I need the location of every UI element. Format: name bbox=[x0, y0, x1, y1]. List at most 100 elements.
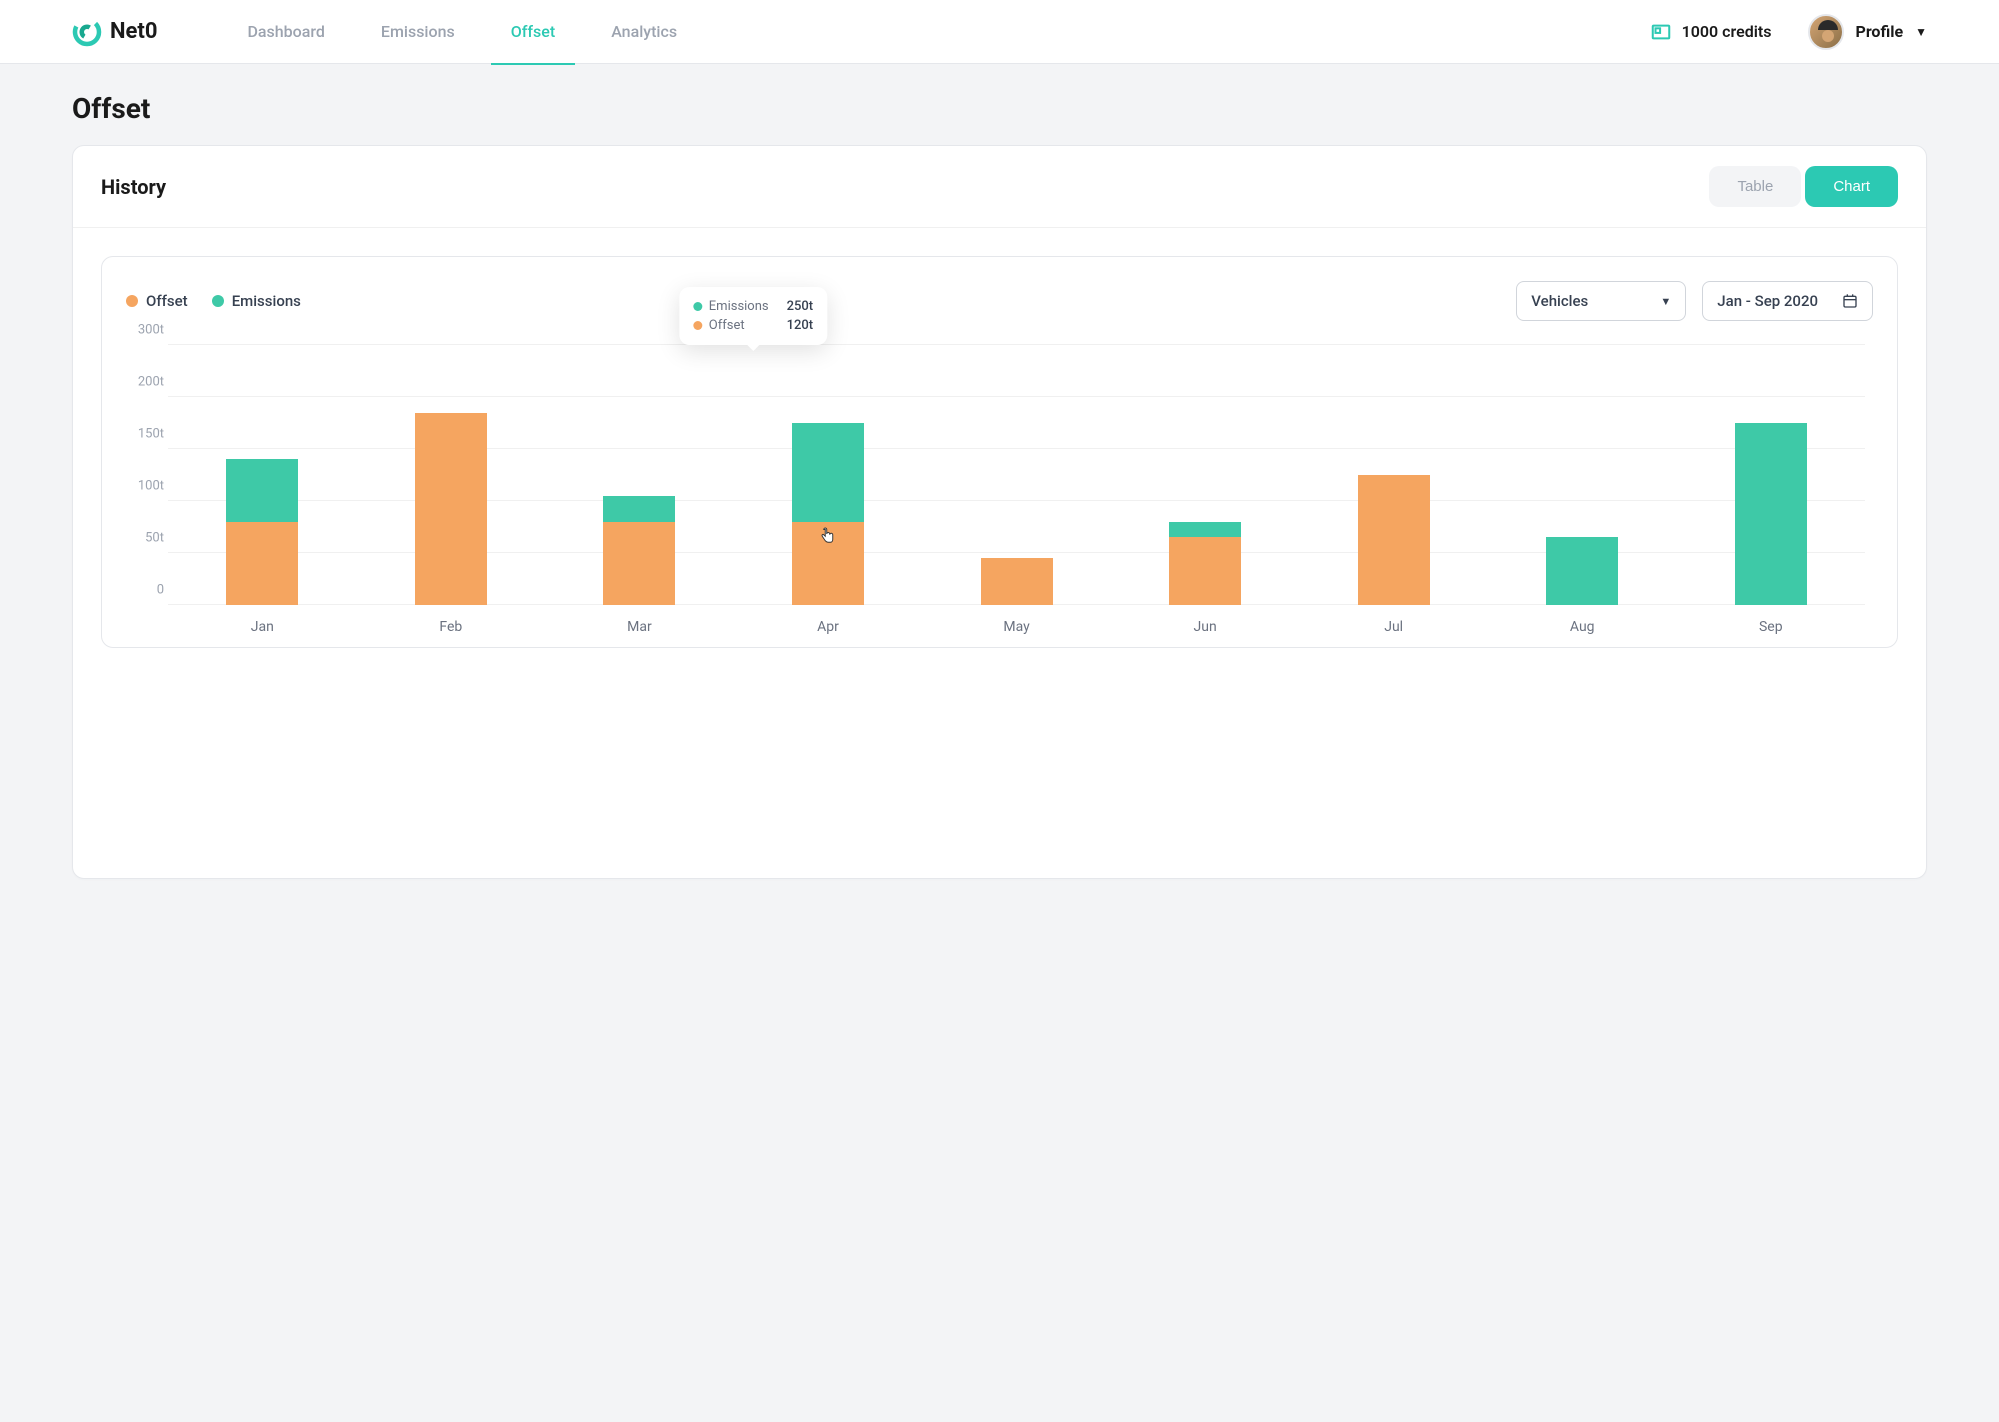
chevron-down-icon: ▼ bbox=[1915, 25, 1927, 39]
bar-stack bbox=[1735, 423, 1807, 605]
bar-jun[interactable] bbox=[1111, 345, 1300, 605]
legend-offset-label: Offset bbox=[146, 292, 188, 310]
card-header: History Table Chart bbox=[73, 146, 1926, 228]
bar-segment-emissions bbox=[226, 459, 298, 521]
bar-segment-offset bbox=[1358, 475, 1430, 605]
bar-segment-offset bbox=[415, 413, 487, 605]
tooltip-emissions-value: 250t bbox=[787, 299, 814, 314]
bar-stack bbox=[1169, 522, 1241, 605]
main-nav: Dashboard Emissions Offset Analytics bbox=[247, 2, 1649, 61]
card-body: Offset Emissions Vehicles ▼ J bbox=[73, 228, 1926, 878]
card-title: History bbox=[101, 175, 166, 199]
bar-may[interactable] bbox=[922, 345, 1111, 605]
bar-segment-emissions bbox=[1546, 537, 1618, 605]
bar-jul[interactable] bbox=[1299, 345, 1488, 605]
x-tick-label: May bbox=[922, 619, 1111, 635]
bar-feb[interactable] bbox=[357, 345, 546, 605]
chart-controls: Offset Emissions Vehicles ▼ J bbox=[126, 281, 1873, 321]
bar-apr[interactable] bbox=[734, 345, 923, 605]
profile-menu[interactable]: Profile ▼ bbox=[1808, 14, 1928, 50]
bar-segment-emissions bbox=[792, 423, 864, 522]
bar-jan[interactable] bbox=[168, 345, 357, 605]
tooltip-emissions-label: Emissions bbox=[709, 299, 769, 314]
chart-selectors: Vehicles ▼ Jan - Sep 2020 bbox=[1516, 281, 1873, 321]
bar-stack bbox=[981, 558, 1053, 605]
bar-stack bbox=[226, 459, 298, 605]
avatar bbox=[1808, 14, 1844, 50]
bar-segment-emissions bbox=[603, 496, 675, 522]
y-tick-label: 0 bbox=[126, 583, 164, 598]
x-tick-label: Mar bbox=[545, 619, 734, 635]
legend-emissions-dot bbox=[212, 295, 224, 307]
nav-dashboard[interactable]: Dashboard bbox=[247, 2, 324, 61]
x-tick-label: Sep bbox=[1677, 619, 1866, 635]
cursor-icon bbox=[820, 527, 835, 548]
toggle-table-button[interactable]: Table bbox=[1709, 166, 1801, 207]
bar-mar[interactable] bbox=[545, 345, 734, 605]
x-tick-label: Jul bbox=[1299, 619, 1488, 635]
daterange-select[interactable]: Jan - Sep 2020 bbox=[1702, 281, 1873, 321]
x-tick-label: Aug bbox=[1488, 619, 1677, 635]
brand-name: Net0 bbox=[110, 19, 157, 44]
profile-label: Profile bbox=[1856, 22, 1904, 41]
logo-icon bbox=[72, 17, 102, 47]
nav-offset[interactable]: Offset bbox=[511, 2, 555, 61]
bar-segment-offset bbox=[1169, 537, 1241, 605]
bar-aug[interactable] bbox=[1488, 345, 1677, 605]
bar-segment-offset bbox=[226, 522, 298, 605]
bar-sep[interactable] bbox=[1677, 345, 1866, 605]
chart-tooltip: Emissions 250t Offset 120t bbox=[680, 287, 827, 345]
topbar-right: 1000 credits Profile ▼ bbox=[1650, 14, 1927, 50]
view-toggle: Table Chart bbox=[1709, 166, 1898, 207]
credits-icon bbox=[1650, 21, 1672, 43]
bar-stack bbox=[1358, 475, 1430, 605]
toggle-chart-button[interactable]: Chart bbox=[1805, 166, 1898, 207]
credits-display[interactable]: 1000 credits bbox=[1650, 21, 1772, 43]
legend-emissions: Emissions bbox=[212, 292, 301, 310]
tooltip-row-offset: Offset 120t bbox=[694, 316, 813, 335]
bar-stack bbox=[415, 413, 487, 605]
bar-stack bbox=[603, 496, 675, 605]
tooltip-row-emissions: Emissions 250t bbox=[694, 297, 813, 316]
tooltip-offset-value: 120t bbox=[787, 318, 814, 333]
topbar: Net0 Dashboard Emissions Offset Analytic… bbox=[0, 0, 1999, 64]
nav-analytics[interactable]: Analytics bbox=[611, 2, 677, 61]
history-card: History Table Chart Offset Emissio bbox=[72, 145, 1927, 879]
y-tick-label: 50t bbox=[126, 531, 164, 546]
nav-emissions[interactable]: Emissions bbox=[381, 2, 455, 61]
brand-logo[interactable]: Net0 bbox=[72, 17, 157, 47]
page: Offset History Table Chart Offset bbox=[0, 64, 1999, 907]
y-tick-label: 200t bbox=[126, 375, 164, 390]
x-tick-label: Jun bbox=[1111, 619, 1300, 635]
x-tick-label: Jan bbox=[168, 619, 357, 635]
bar-segment-offset bbox=[981, 558, 1053, 605]
bar-stack bbox=[1546, 537, 1618, 605]
bar-segment-emissions bbox=[1735, 423, 1807, 605]
category-select[interactable]: Vehicles ▼ bbox=[1516, 281, 1686, 321]
tooltip-emissions-dot bbox=[694, 302, 703, 311]
x-tick-label: Feb bbox=[357, 619, 546, 635]
legend-emissions-label: Emissions bbox=[232, 292, 301, 310]
chart-legend: Offset Emissions bbox=[126, 292, 301, 310]
bar-stack bbox=[792, 423, 864, 605]
category-select-value: Vehicles bbox=[1531, 292, 1588, 310]
legend-offset: Offset bbox=[126, 292, 188, 310]
daterange-value: Jan - Sep 2020 bbox=[1717, 292, 1818, 310]
tooltip-offset-dot bbox=[694, 321, 703, 330]
credits-label: 1000 credits bbox=[1682, 22, 1772, 41]
bar-segment-offset bbox=[603, 522, 675, 605]
y-tick-label: 150t bbox=[126, 427, 164, 442]
chart-plot: 050t100t150t200t300t Emissions 250t bbox=[168, 345, 1865, 605]
chart-xlabels: JanFebMarAprMayJunJulAugSep bbox=[168, 619, 1865, 635]
y-tick-label: 300t bbox=[126, 323, 164, 338]
y-tick-label: 100t bbox=[126, 479, 164, 494]
x-tick-label: Apr bbox=[734, 619, 923, 635]
page-title: Offset bbox=[72, 92, 1927, 125]
legend-offset-dot bbox=[126, 295, 138, 307]
chart-container: Offset Emissions Vehicles ▼ J bbox=[101, 256, 1898, 648]
chevron-down-icon: ▼ bbox=[1660, 295, 1671, 308]
calendar-icon bbox=[1842, 293, 1858, 309]
bar-segment-emissions bbox=[1169, 522, 1241, 538]
chart-bars bbox=[168, 345, 1865, 605]
tooltip-offset-label: Offset bbox=[709, 318, 745, 333]
